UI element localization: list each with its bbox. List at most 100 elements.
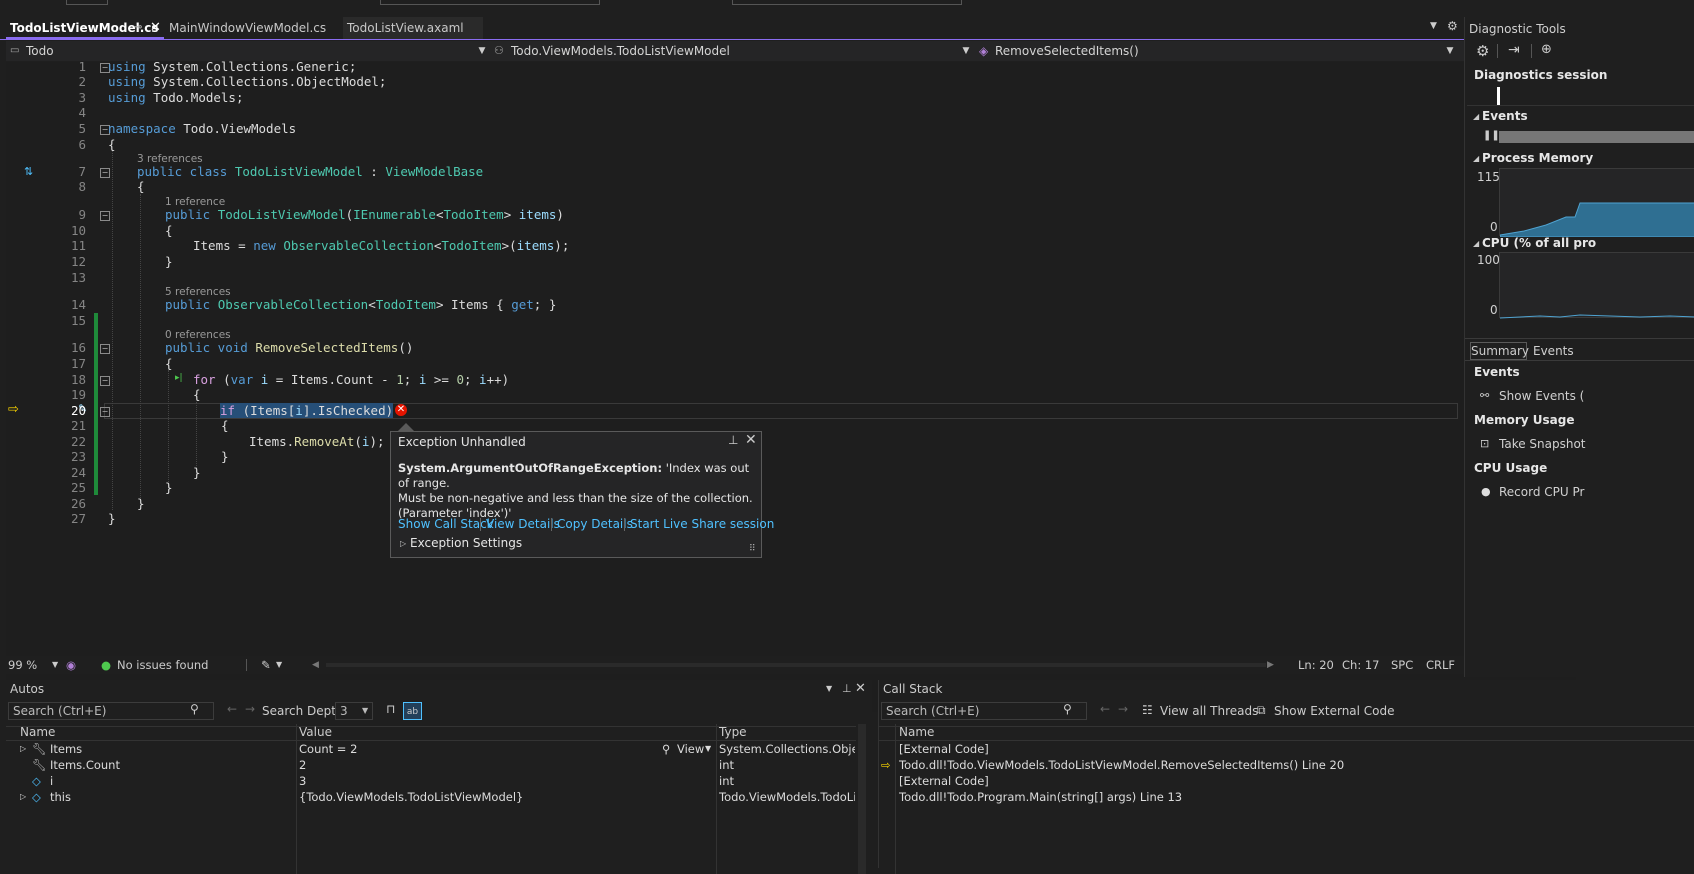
whitespace-indicator[interactable]: SPC — [1391, 656, 1413, 674]
search-icon[interactable]: ⚲ — [190, 702, 199, 716]
column-type[interactable]: Type — [719, 725, 747, 739]
call-stack-frame[interactable]: [External Code] — [879, 741, 1694, 757]
take-snapshot-button[interactable]: Take Snapshot — [1499, 437, 1586, 451]
expand-arrow-icon[interactable]: ▷ — [20, 789, 26, 805]
zoom-in-icon[interactable]: ⊕ — [1541, 42, 1552, 57]
expand-arrow-icon[interactable]: ▷ — [20, 741, 26, 757]
timeline-cursor[interactable] — [1497, 87, 1500, 105]
table-row[interactable]: ▷ 🔧︎ Items Count = 2 ⚲ View ▼ System.Col… — [6, 741, 856, 757]
hex-display-icon[interactable]: ab — [403, 702, 422, 720]
resize-grip-icon[interactable]: ⠿ — [749, 544, 756, 554]
tab-events[interactable]: Events — [1533, 344, 1574, 358]
gear-icon[interactable]: ⚙ — [1447, 19, 1458, 33]
pause-icon[interactable]: ❚❚ — [1483, 130, 1500, 141]
call-stack-search-input[interactable]: Search (Ctrl+E) — [881, 702, 1087, 720]
show-external-code-button[interactable]: Show External Code — [1274, 704, 1395, 718]
link-separator — [624, 518, 625, 531]
scroll-right-icon[interactable]: ▶ — [1267, 656, 1274, 674]
gear-icon[interactable]: ⚙ — [1476, 42, 1489, 60]
close-icon[interactable]: ✕ — [855, 681, 866, 696]
search-icon[interactable]: ⚲ — [662, 741, 670, 757]
call-stack-frame[interactable]: Todo.dll!Todo.Program.Main(string[] args… — [879, 789, 1694, 805]
copilot-icon[interactable]: ◉ — [66, 656, 76, 674]
close-icon[interactable]: ✕ — [745, 432, 757, 448]
cpu-graph[interactable] — [1499, 252, 1694, 319]
chevron-down-icon[interactable]: ▼ — [705, 741, 711, 757]
copy-details-link[interactable]: Copy Details — [557, 517, 633, 531]
chevron-down-icon[interactable]: ▼ — [1444, 41, 1456, 61]
pin-icon[interactable]: ⊥ — [842, 682, 852, 695]
back-arrow-icon[interactable]: ← — [227, 702, 237, 716]
tab-mainwindowviewmodel[interactable]: MainWindowViewModel.cs — [165, 17, 337, 39]
show-events-link[interactable]: Show Events ( — [1499, 389, 1584, 403]
collapse-arrow-icon[interactable]: ◢ — [1473, 239, 1479, 248]
line-ending-indicator[interactable]: CRLF — [1426, 656, 1455, 674]
fold-toggle[interactable]: − — [100, 407, 110, 417]
toolbar-combo[interactable] — [66, 0, 108, 5]
chevron-down-icon[interactable]: ▼ — [960, 41, 972, 61]
toolbar-combo-target[interactable] — [380, 0, 600, 5]
table-row[interactable]: ◇ i 3 int — [6, 773, 856, 789]
start-live-share-link[interactable]: Start Live Share session — [630, 517, 774, 531]
cpu-min-label: 0 — [1490, 303, 1498, 317]
vertical-scrollbar[interactable] — [858, 724, 866, 874]
table-row[interactable]: 🔧︎ Items.Count 2 int — [6, 757, 856, 773]
fold-toggle[interactable]: − — [100, 168, 110, 178]
horizontal-scrollbar[interactable] — [326, 663, 1266, 667]
column-value[interactable]: Value — [299, 725, 332, 739]
events-track[interactable] — [1499, 131, 1694, 143]
zoom-level[interactable]: 99 % — [8, 656, 37, 674]
chevron-down-icon[interactable]: ▼ — [476, 41, 488, 61]
fold-toggle[interactable]: − — [100, 376, 110, 386]
tab-summary[interactable]: Summary — [1470, 342, 1529, 360]
code-editor[interactable]: ⇅ ⇨ ✎ 1 2 3 4 5 6 7 8 9 10 11 12 13 14 1… — [6, 59, 1576, 712]
back-arrow-icon[interactable]: ← — [1100, 702, 1110, 716]
run-to-click-icon[interactable]: ▸| — [175, 373, 183, 383]
call-stack-frame[interactable]: [External Code] — [879, 773, 1694, 789]
scroll-left-icon[interactable]: ◀ — [312, 656, 319, 674]
process-memory-graph[interactable] — [1499, 168, 1694, 238]
forward-arrow-icon[interactable]: → — [1118, 702, 1128, 716]
record-cpu-button[interactable]: Record CPU Pr — [1499, 485, 1584, 499]
search-depth-select[interactable]: 3 ▼ — [335, 702, 373, 720]
view-details-link[interactable]: View Details — [486, 517, 560, 531]
column-indicator[interactable]: Ch: 17 — [1342, 656, 1379, 674]
collapse-arrow-icon[interactable]: ◢ — [1473, 112, 1479, 121]
toolbar-combo-config[interactable] — [732, 0, 962, 5]
collapse-arrow-icon[interactable]: ◢ — [1473, 154, 1479, 163]
fold-toggle[interactable]: − — [100, 344, 110, 354]
column-name[interactable]: Name — [20, 725, 55, 739]
expand-arrow-icon[interactable]: ▷ — [400, 539, 406, 548]
view-all-threads-button[interactable]: View all Threads — [1160, 704, 1258, 718]
pin-icon[interactable]: ⊥ — [728, 433, 738, 447]
close-icon[interactable]: ✕ — [150, 17, 161, 39]
visualizer-view[interactable]: View — [677, 741, 704, 757]
pin-source-icon[interactable]: ⊓ — [386, 702, 395, 716]
issues-status[interactable]: No issues found — [117, 656, 208, 674]
error-icon[interactable]: ✕ — [395, 404, 407, 416]
brush-icon[interactable]: ✎ — [261, 656, 271, 674]
nav-class[interactable]: Todo.ViewModels.TodoListViewModel — [511, 41, 730, 61]
exception-settings[interactable]: Exception Settings — [410, 536, 522, 550]
chevron-down-icon[interactable]: ▼ — [52, 656, 58, 674]
divider — [1465, 338, 1694, 339]
nav-project[interactable]: Todo — [26, 41, 54, 61]
override-icon[interactable]: ⇅ — [24, 165, 33, 178]
table-row[interactable]: ▷ ◇ this {Todo.ViewModels.TodoListViewMo… — [6, 789, 856, 805]
tab-overflow-icon[interactable]: ▼ — [1430, 21, 1437, 31]
call-stack-frame-current[interactable]: ⇨ Todo.dll!Todo.ViewModels.TodoListViewMo… — [879, 757, 1694, 773]
line-indicator[interactable]: Ln: 20 — [1298, 656, 1334, 674]
fold-toggle[interactable]: − — [100, 211, 110, 221]
export-icon[interactable]: ⇥ — [1508, 42, 1520, 58]
forward-arrow-icon[interactable]: → — [245, 702, 255, 716]
column-name[interactable]: Name — [899, 725, 934, 739]
pin-icon[interactable]: ⊸ — [134, 17, 142, 39]
search-icon[interactable]: ⚲ — [1063, 702, 1072, 716]
chevron-down-icon[interactable]: ▼ — [276, 656, 282, 674]
autos-search-input[interactable]: Search (Ctrl+E) — [8, 702, 214, 720]
tab-todolistview[interactable]: TodoListView.axaml — [343, 17, 483, 39]
chevron-down-icon[interactable]: ▼ — [826, 684, 832, 693]
nav-member[interactable]: RemoveSelectedItems() — [995, 41, 1139, 61]
tab-todolistviewmodel[interactable]: TodoListViewModel.cs ⊸ ✕ — [6, 17, 164, 39]
timeline-ruler[interactable] — [1467, 85, 1694, 106]
